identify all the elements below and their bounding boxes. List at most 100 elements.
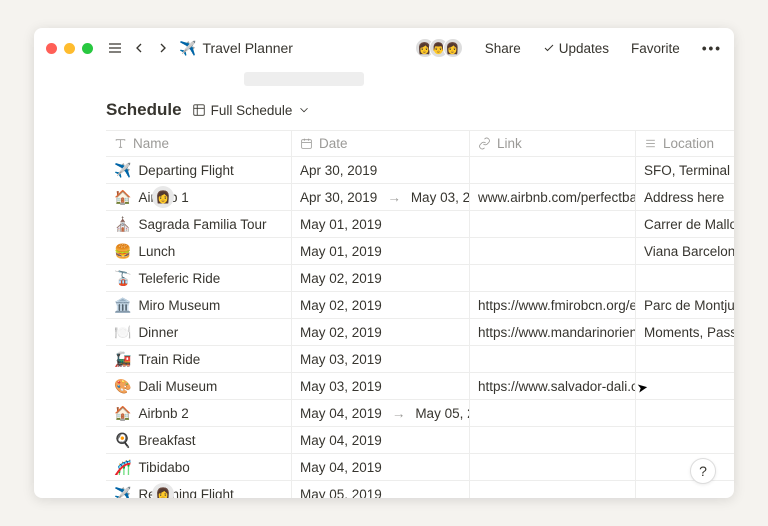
row-title: Sagrada Familia Tour <box>138 217 266 232</box>
cell-date[interactable]: May 05, 2019 <box>292 481 470 498</box>
row-title: Miro Museum <box>138 298 220 313</box>
cell-name[interactable]: 🍽️Dinner <box>106 319 292 345</box>
database-title[interactable]: Schedule <box>106 100 182 120</box>
forward-button[interactable] <box>155 40 171 56</box>
column-header-link[interactable]: Link <box>470 131 636 156</box>
cell-name[interactable]: ✈️Returning Flight <box>106 481 292 498</box>
cell-date[interactable]: May 03, 2019 <box>292 373 470 399</box>
breadcrumb[interactable]: ✈️ Travel Planner <box>179 40 293 57</box>
row-icon: 🏠 <box>114 405 131 422</box>
column-label: Location <box>663 136 714 151</box>
cell-link[interactable] <box>470 265 636 291</box>
row-icon: 🎨 <box>114 378 131 395</box>
close-window-button[interactable] <box>46 43 57 54</box>
row-title: Tibidabo <box>138 460 189 475</box>
back-button[interactable] <box>131 40 147 56</box>
collaborator-avatars[interactable]: 👩 👨 👩 <box>421 38 463 58</box>
cell-date[interactable]: May 04, 2019 <box>292 454 470 480</box>
cell-date[interactable]: May 02, 2019 <box>292 265 470 291</box>
cell-link[interactable] <box>470 454 636 480</box>
table-row[interactable]: ✈️Departing FlightApr 30, 2019 SFO, Termi… <box>106 157 734 184</box>
cell-name[interactable]: 🚂 Train Ride <box>106 346 292 372</box>
row-icon: 🚂 <box>114 351 131 368</box>
table-row[interactable]: 🏛️Miro MuseumMay 02, 2019https://www.fmi… <box>106 292 734 319</box>
cell-date[interactable]: Apr 30, 2019 <box>292 157 470 183</box>
table-row[interactable]: 🏠Airbnb 1Apr 30, 2019→May 03, 2019www.ai… <box>106 184 734 211</box>
favorite-button[interactable]: Favorite <box>631 41 680 56</box>
table-row[interactable]: 🍔LunchMay 01, 2019 Viana Barcelona <box>106 238 734 265</box>
cell-link[interactable] <box>470 346 636 372</box>
cell-name[interactable]: ⛪ Sagrada Familia Tour <box>106 211 292 237</box>
column-header-date[interactable]: Date <box>292 131 470 156</box>
cell-link[interactable]: https://www.fmirobcn.org/en/ <box>470 292 636 318</box>
cell-name[interactable]: 🚡Teleferic Ride <box>106 265 292 291</box>
table-row[interactable]: 🍳BreakfastMay 04, 2019 <box>106 427 734 454</box>
page-content: Schedule Full Schedule Name Date L <box>34 68 734 498</box>
column-label: Name <box>133 136 169 151</box>
row-icon: 🚡 <box>114 270 131 287</box>
updates-button[interactable]: Updates <box>543 41 609 56</box>
cell-location[interactable]: SFO, Terminal 1 <box>636 157 734 183</box>
table-row[interactable]: ⛪ Sagrada Familia Tour May 01, 2019 Carrer … <box>106 211 734 238</box>
cell-date[interactable]: May 02, 2019 <box>292 292 470 318</box>
cell-location[interactable]: Carrer de Mallor <box>636 211 734 237</box>
cell-location[interactable] <box>636 454 734 480</box>
cell-name[interactable]: 🎢Tibidabo <box>106 454 292 480</box>
cell-name[interactable]: 🏛️Miro Museum <box>106 292 292 318</box>
view-switcher[interactable]: Full Schedule <box>192 103 312 118</box>
sidebar-toggle-icon[interactable] <box>107 40 123 56</box>
row-icon: ⛪ <box>114 216 131 233</box>
table-row[interactable]: ✈️Returning FlightMay 05, 2019 <box>106 481 734 498</box>
help-button[interactable]: ? <box>690 458 716 484</box>
cell-link[interactable] <box>470 238 636 264</box>
cell-link[interactable] <box>470 211 636 237</box>
cell-date[interactable]: May 01, 2019 <box>292 211 470 237</box>
cell-location[interactable]: Moments, Passe <box>636 319 734 345</box>
cell-link[interactable] <box>470 427 636 453</box>
cell-location[interactable]: Address here <box>636 184 734 210</box>
maximize-window-button[interactable] <box>82 43 93 54</box>
cell-link[interactable]: https://www.salvador-dali.org/en/ <box>470 373 636 399</box>
cell-name[interactable]: 🍔Lunch <box>106 238 292 264</box>
minimize-window-button[interactable] <box>64 43 75 54</box>
cell-date[interactable]: May 01, 2019 <box>292 238 470 264</box>
table-row[interactable]: 🏠Airbnb 2May 04, 2019→May 05, 2019 <box>106 400 734 427</box>
cell-link[interactable]: https://www.mandarinoriental.com/b <box>470 319 636 345</box>
cell-name[interactable]: 🎨Dali Museum <box>106 373 292 399</box>
cell-link[interactable] <box>470 400 636 426</box>
view-label: Full Schedule <box>211 103 293 118</box>
cell-date[interactable]: May 02, 2019 <box>292 319 470 345</box>
cell-location[interactable] <box>636 427 734 453</box>
column-header-name[interactable]: Name <box>106 131 292 156</box>
cell-location[interactable] <box>636 346 734 372</box>
cell-link[interactable] <box>470 157 636 183</box>
cell-name[interactable]: 🏠Airbnb 1 <box>106 184 292 210</box>
table-row[interactable]: 🚂 Train Ride May 03, 2019 <box>106 346 734 373</box>
cell-date[interactable]: May 03, 2019 <box>292 346 470 372</box>
cell-name[interactable]: 🍳Breakfast <box>106 427 292 453</box>
cell-location[interactable]: Viana Barcelona <box>636 238 734 264</box>
cell-location[interactable] <box>636 400 734 426</box>
table-row[interactable]: 🚡Teleferic RideMay 02, 2019 <box>106 265 734 292</box>
cell-name[interactable]: ✈️Departing Flight <box>106 157 292 183</box>
cell-name[interactable]: 🏠Airbnb 2 <box>106 400 292 426</box>
row-icon: ✈️ <box>114 486 131 499</box>
cell-location[interactable] <box>636 481 734 498</box>
cell-date[interactable]: May 04, 2019 <box>292 427 470 453</box>
row-title: Train Ride <box>138 352 200 367</box>
row-title: Breakfast <box>138 433 195 448</box>
table-row[interactable]: 🍽️DinnerMay 02, 2019https://www.mandarin… <box>106 319 734 346</box>
cell-date[interactable]: Apr 30, 2019→May 03, 2019 <box>292 184 470 210</box>
cell-link[interactable] <box>470 481 636 498</box>
table-row[interactable]: 🎢TibidaboMay 04, 2019 <box>106 454 734 481</box>
more-menu-button[interactable]: ••• <box>702 41 722 56</box>
share-button[interactable]: Share <box>485 41 521 56</box>
cell-link[interactable]: www.airbnb.com/perfectbarcelonah <box>470 184 636 210</box>
column-label: Date <box>319 136 348 151</box>
column-header-location[interactable]: Location <box>636 131 734 156</box>
cell-location[interactable]: Parc de Montjuïc <box>636 292 734 318</box>
chevron-down-icon <box>297 103 311 117</box>
cell-location[interactable] <box>636 265 734 291</box>
cell-date[interactable]: May 04, 2019→May 05, 2019 <box>292 400 470 426</box>
cell-location[interactable] <box>636 373 734 399</box>
